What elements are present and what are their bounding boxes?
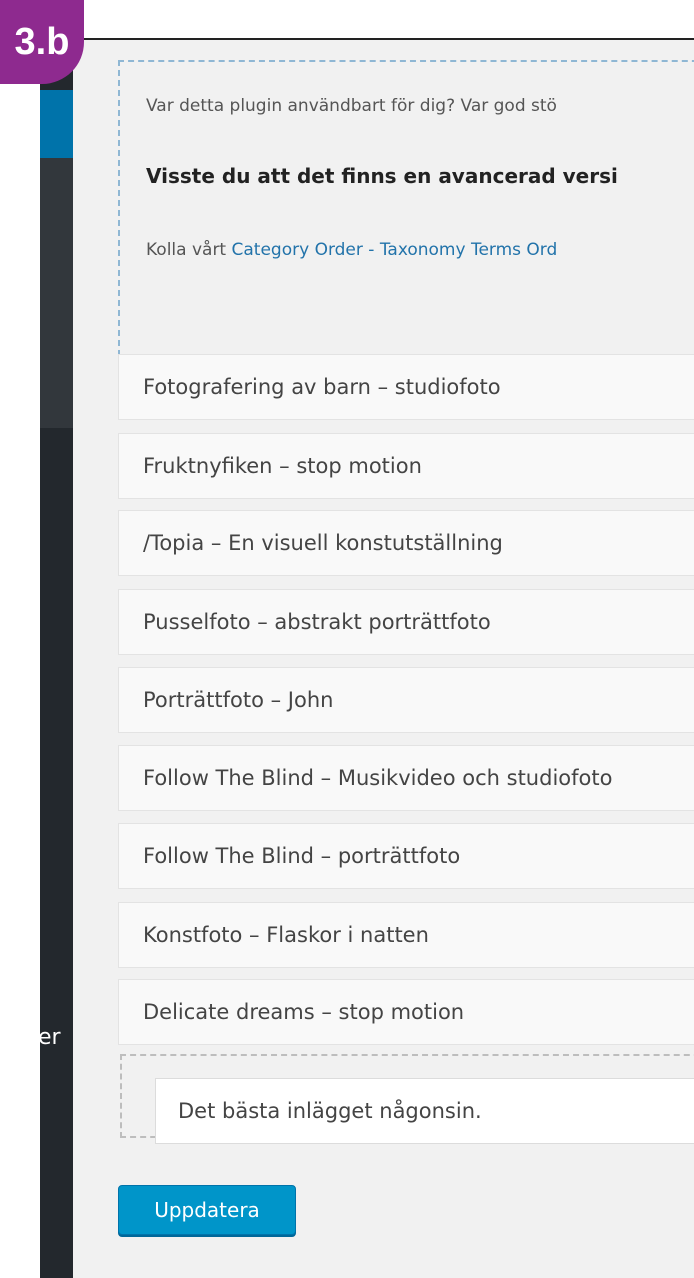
update-button[interactable]: Uppdatera [118, 1185, 296, 1235]
category-order-link[interactable]: Category Order - Taxonomy Terms Ord [232, 240, 558, 260]
sortable-post-item[interactable]: Delicate dreams – stop motion [118, 979, 694, 1045]
sortable-post-item[interactable]: Follow The Blind – Musikvideo och studio… [118, 745, 694, 811]
plugin-notice: Var detta plugin användbart för dig? Var… [118, 60, 694, 356]
notice-link-prefix: Kolla vårt [146, 240, 232, 260]
sidebar-submenu[interactable] [40, 158, 73, 428]
sortable-post-item[interactable]: Konstfoto – Flaskor i natten [118, 902, 694, 968]
notice-heading: Visste du att det finns en avancerad ver… [146, 164, 618, 188]
sortable-post-item[interactable]: Fotografering av barn – studiofoto [118, 354, 694, 420]
admin-sidebar [40, 40, 73, 1278]
sortable-post-item[interactable]: Pusselfoto – abstrakt porträttfoto [118, 589, 694, 655]
sidebar-menu-label[interactable]: er [38, 1025, 61, 1050]
step-badge: 3.b [0, 0, 84, 84]
sidebar-active-item[interactable] [40, 90, 73, 158]
sortable-post-item[interactable]: /Topia – En visuell konstutställning [118, 510, 694, 576]
dragged-post-item[interactable]: Det bästa inlägget någonsin. [155, 1078, 694, 1144]
notice-text: Var detta plugin användbart för dig? Var… [146, 96, 557, 116]
sortable-post-item[interactable]: Follow The Blind – porträttfoto [118, 823, 694, 889]
notice-link-line: Kolla vårt Category Order - Taxonomy Ter… [146, 240, 557, 260]
sortable-post-item[interactable]: Fruktnyfiken – stop motion [118, 433, 694, 499]
sortable-post-item[interactable]: Porträttfoto – John [118, 667, 694, 733]
